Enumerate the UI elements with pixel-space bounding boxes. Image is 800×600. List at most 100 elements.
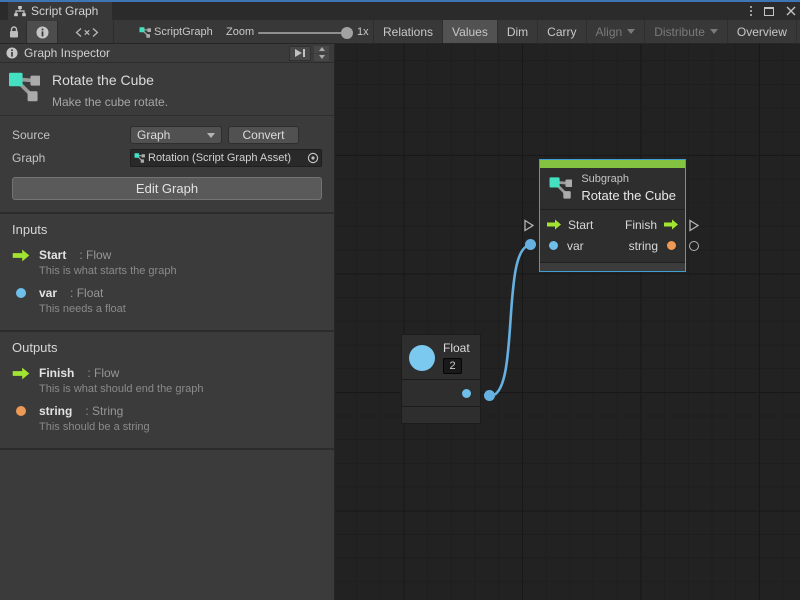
inspector-form: Source Graph Convert Graph Rotation (Scr… <box>0 116 334 212</box>
code-icon <box>75 27 99 38</box>
flow-port-icon <box>12 249 30 262</box>
csharp-preview-button[interactable] <box>62 21 112 43</box>
tab-label: Script Graph <box>31 4 98 18</box>
subgraph-node-ports: Start Finish var string <box>540 209 685 258</box>
values-button[interactable]: Values <box>442 20 497 43</box>
full-screen-button[interactable]: Full Screen <box>796 20 800 43</box>
dock-sidebar-button[interactable] <box>289 46 311 61</box>
inspector-header: Graph Inspector <box>0 44 334 63</box>
edit-graph-button[interactable]: Edit Graph <box>12 177 322 200</box>
float-output-port[interactable] <box>462 389 471 398</box>
float-value-input[interactable]: 2 <box>443 358 462 374</box>
overview-button[interactable]: Overview <box>728 20 796 43</box>
zoom-slider-track[interactable] <box>258 32 352 34</box>
inspector-scroll-spinner <box>314 46 329 61</box>
hierarchy-icon <box>14 6 26 17</box>
graph-field-label: Graph <box>12 151 130 165</box>
lock-button[interactable] <box>3 21 25 43</box>
flow-port-icon <box>547 219 561 230</box>
graph-description: Make the cube rotate. <box>52 95 168 109</box>
window-menu-icon[interactable] <box>750 6 752 16</box>
graph-asset-icon <box>8 72 40 102</box>
port-entry-start: Start : Flow This is what starts the gra… <box>12 248 322 277</box>
node-title: Rotate the Cube <box>581 188 676 203</box>
outputs-title: Outputs <box>12 340 322 355</box>
scroll-up-button[interactable] <box>314 46 329 53</box>
graph-asset-icon <box>549 176 572 200</box>
chevron-down-icon <box>627 29 635 34</box>
zoom-label: Zoom <box>226 26 254 38</box>
graph-title-block: Rotate the Cube Make the cube rotate. <box>0 63 334 116</box>
maximize-icon[interactable] <box>764 7 774 16</box>
graph-object-field[interactable]: Rotation (Script Graph Asset) <box>130 149 322 167</box>
float-node[interactable]: Float 2 <box>401 334 481 424</box>
inputs-title: Inputs <box>12 222 322 237</box>
float-node-header: Float 2 <box>402 335 480 379</box>
graph-asset-icon <box>134 153 145 163</box>
source-label: Source <box>12 128 130 142</box>
node-kind: Subgraph <box>581 173 676 185</box>
external-flow-output-port[interactable] <box>688 219 700 232</box>
close-icon[interactable] <box>786 6 796 16</box>
chevron-down-icon <box>710 29 718 34</box>
source-dropdown[interactable]: Graph <box>130 126 222 144</box>
dim-button[interactable]: Dim <box>497 20 537 43</box>
flow-port-icon <box>12 367 30 380</box>
tab-bar: Script Graph <box>0 0 800 20</box>
outputs-section: Outputs Finish : Flow This is what shoul… <box>0 330 334 448</box>
string-port[interactable]: string <box>629 239 678 253</box>
node-accent-bar <box>540 160 685 168</box>
connection-wire <box>335 44 800 600</box>
start-port[interactable]: Start <box>547 218 593 232</box>
inspector-title: Graph Inspector <box>24 46 289 60</box>
chevron-down-icon <box>319 55 325 59</box>
subgraph-node[interactable]: Subgraph Rotate the Cube Start Finish va… <box>539 159 686 272</box>
inspector-toggle-button[interactable] <box>27 21 57 43</box>
chevron-up-icon <box>319 47 325 51</box>
lock-icon <box>8 26 20 39</box>
wire-endpoint[interactable] <box>484 390 495 401</box>
align-dropdown[interactable]: Align <box>586 20 645 43</box>
inputs-section: Inputs Start : Flow This is what starts … <box>0 212 334 330</box>
toolbar-mode-buttons: Relations Values Dim Carry Align Distrib… <box>373 20 800 43</box>
port-entry-var: var : Float This needs a float <box>12 286 322 315</box>
float-port-icon <box>549 241 558 250</box>
port-entry-finish: Finish : Flow This is what should end th… <box>12 366 322 395</box>
object-picker-icon[interactable] <box>307 152 319 164</box>
node-title: Float <box>443 341 470 355</box>
float-port-icon <box>16 288 26 298</box>
graph-title: Rotate the Cube <box>52 72 168 88</box>
breadcrumb-graph-icon <box>138 21 151 43</box>
subgraph-node-header: Subgraph Rotate the Cube <box>540 168 685 209</box>
string-port-icon <box>16 406 26 416</box>
info-icon <box>36 26 49 39</box>
info-icon <box>6 47 18 59</box>
flow-port-icon <box>664 219 678 230</box>
finish-port[interactable]: Finish <box>625 218 678 232</box>
external-value-output-port[interactable] <box>689 241 699 251</box>
node-footer <box>540 262 685 271</box>
var-port[interactable]: var <box>547 239 584 253</box>
carry-button[interactable]: Carry <box>537 20 585 43</box>
zoom-value: 1x <box>357 26 369 38</box>
zoom-slider-handle[interactable] <box>341 27 353 39</box>
dock-icon <box>294 48 306 58</box>
string-port-icon <box>667 241 676 250</box>
distribute-dropdown[interactable]: Distribute <box>644 20 727 43</box>
window-controls <box>750 2 796 20</box>
relations-button[interactable]: Relations <box>373 20 442 43</box>
graph-toolbar: ScriptGraph Zoom 1x Relations Values Dim… <box>0 20 800 44</box>
convert-button[interactable]: Convert <box>228 126 299 144</box>
graph-inspector-panel: Graph Inspector Rotate the Cube Make the… <box>0 44 335 600</box>
float-type-icon <box>409 345 435 371</box>
chevron-down-icon <box>207 133 215 138</box>
port-entry-string: string : String This should be a string <box>12 404 322 433</box>
wire-endpoint[interactable] <box>525 239 536 250</box>
float-node-ports <box>402 379 480 406</box>
scroll-down-button[interactable] <box>314 54 329 61</box>
node-footer <box>402 406 480 423</box>
graph-canvas[interactable]: Subgraph Rotate the Cube Start Finish va… <box>335 44 800 600</box>
external-flow-input-port[interactable] <box>523 219 535 232</box>
tab-script-graph[interactable]: Script Graph <box>8 2 112 20</box>
breadcrumb[interactable]: ScriptGraph <box>154 26 213 38</box>
